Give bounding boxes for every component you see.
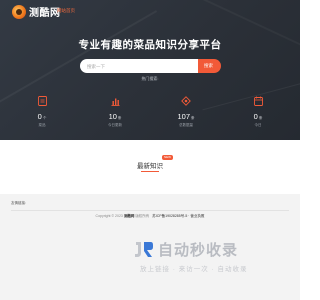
section-title: 最新知识 <box>137 163 163 170</box>
copyright-prefix: Copyright © 2023 <box>95 214 123 218</box>
document-icon <box>22 96 62 106</box>
stat-unit: 条 <box>258 116 263 120</box>
footer-brand-link[interactable]: 测酷网 <box>124 214 135 218</box>
stat-unit: 条 <box>117 116 122 120</box>
watermark-logo-icon <box>135 242 153 257</box>
stat-dishes: 0个 菜品 <box>22 96 62 128</box>
search-input[interactable] <box>80 59 198 73</box>
stat-label: 今日 <box>254 123 262 127</box>
footer-divider <box>11 210 289 211</box>
stat-total: 107条 总数据量 <box>166 96 206 128</box>
copyright-line: Copyright © 2023 测酷网 版权所有 苏ICP备19028285号… <box>0 214 300 219</box>
stat-label: 今日更新 <box>108 123 122 127</box>
nav-link-home[interactable]: 网站首页 <box>57 8 75 14</box>
footer: 友情链接: Copyright © 2023 测酷网 版权所有 苏ICP备190… <box>0 194 300 300</box>
calendar-icon <box>238 96 278 106</box>
search-button[interactable]: 搜索 <box>198 59 221 73</box>
diamond-icon <box>166 96 206 106</box>
stat-today-updates: 10条 今日更新 <box>95 96 135 128</box>
top-navigation: 测酷网 网站首页 <box>0 0 300 22</box>
stat-unit: 个 <box>42 116 47 120</box>
stat-label: 总数据量 <box>179 123 193 127</box>
stat-value: 10 <box>108 112 117 121</box>
search-bar: 搜索 <box>80 59 221 73</box>
watermark: 自动秒收录 放上链接 · 来访一次 · 自动收录 <box>132 238 282 278</box>
stat-unit: 条 <box>191 116 195 120</box>
hot-search-label: 热门搜索: <box>141 76 159 81</box>
hero-section: 测酷网 网站首页 专业有趣的菜品知识分享平台 搜索 热门搜索: 0个 菜品 10… <box>0 0 300 140</box>
watermark-subtitle: 放上链接 · 来访一次 · 自动收录 <box>140 266 248 273</box>
page-headline: 专业有趣的菜品知识分享平台 <box>78 39 222 51</box>
stat-value: 107 <box>177 112 190 121</box>
title-underline <box>141 171 159 172</box>
icp-link[interactable]: 苏ICP备19028285号-5 · 营业执照 <box>152 214 204 218</box>
new-badge: NEW <box>162 155 173 160</box>
stat-today: 0条 今日 <box>238 96 278 128</box>
copyright-rights: 版权所有 <box>135 214 150 218</box>
latest-section: 最新知识 NEW <box>0 140 300 194</box>
site-logo[interactable]: 测酷网 <box>12 4 61 19</box>
logo-icon <box>12 4 26 19</box>
stats-row: 0个 菜品 10条 今日更新 107条 总数据量 0条 今日 <box>0 96 300 136</box>
stat-label: 菜品 <box>38 123 46 127</box>
logo-text: 测酷网 <box>29 8 61 19</box>
watermark-title: 自动秒收录 <box>158 242 239 259</box>
stat-value: 0 <box>37 112 42 121</box>
friend-links-label: 友情链接: <box>11 201 26 205</box>
stat-value: 0 <box>253 112 258 121</box>
bar-chart-icon <box>95 96 135 106</box>
